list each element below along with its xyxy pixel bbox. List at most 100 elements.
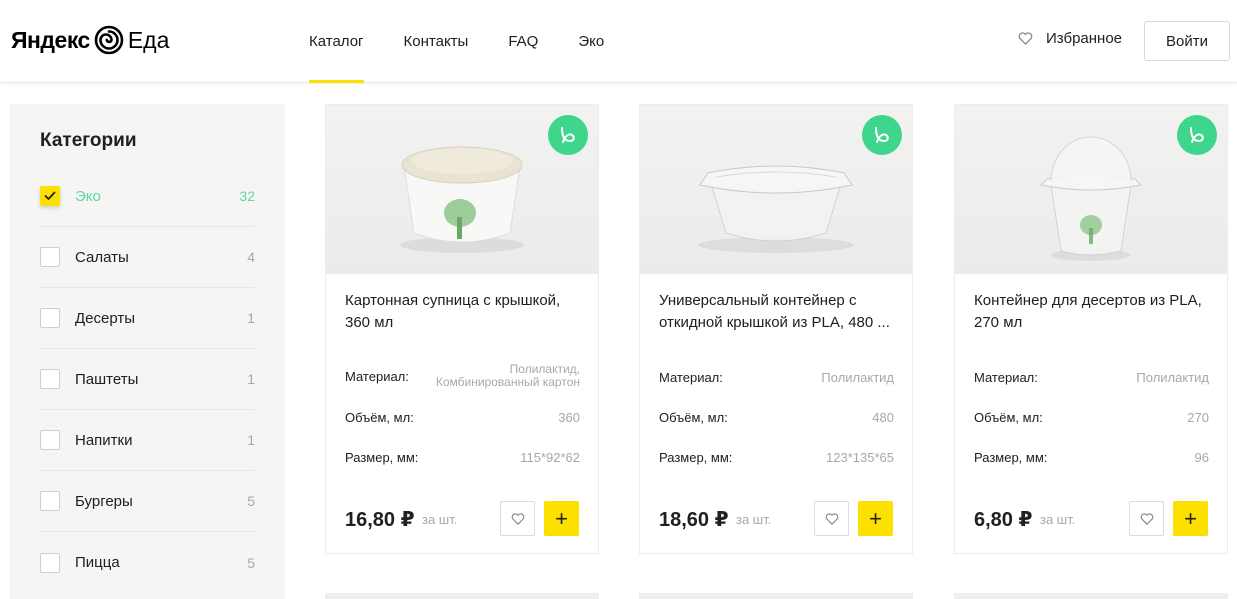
category-item-desserts[interactable]: Десерты 1 bbox=[40, 288, 255, 349]
main-nav: Каталог Контакты FAQ Эко bbox=[309, 0, 644, 83]
product-card[interactable]: Универсальный контейнер с откидной крышк… bbox=[639, 104, 913, 554]
eco-badge bbox=[862, 115, 902, 155]
attr-name: Размер, мм: bbox=[345, 450, 419, 465]
attr-value: 123*135*65 bbox=[826, 450, 894, 465]
swirl-logo-icon bbox=[94, 25, 124, 55]
product-price: 6,80 ₽ bbox=[974, 509, 1033, 531]
attr-size: Размер, мм: 123*135*65 bbox=[659, 450, 894, 465]
category-checkbox[interactable] bbox=[40, 308, 60, 328]
add-to-cart-button[interactable]: + bbox=[1173, 501, 1208, 536]
category-label: Салаты bbox=[75, 248, 129, 266]
heart-outline-icon bbox=[825, 512, 838, 525]
nav-item-faq[interactable]: FAQ bbox=[508, 0, 538, 83]
category-label: Паштеты bbox=[75, 370, 139, 388]
attr-value: Полилактид bbox=[821, 370, 894, 385]
category-label: Десерты bbox=[75, 309, 136, 327]
attr-value: 270 bbox=[1187, 410, 1209, 425]
leaf-icon bbox=[875, 127, 889, 143]
attr-name: Материал: bbox=[345, 368, 409, 384]
product-image[interactable] bbox=[955, 105, 1227, 274]
attr-name: Объём, мл: bbox=[659, 410, 728, 425]
attr-name: Материал: bbox=[974, 370, 1038, 385]
product-card-next-row bbox=[639, 593, 913, 599]
attr-value: Полилактид bbox=[1136, 370, 1209, 385]
category-item-eco[interactable]: Эко 32 bbox=[40, 166, 255, 227]
yandex-eda-logo[interactable]: Яндекс Еда bbox=[11, 22, 169, 58]
attr-name: Объём, мл: bbox=[974, 410, 1043, 425]
category-count: 32 bbox=[239, 188, 255, 204]
attr-material: Материал: Полилактид, Комбинированный ка… bbox=[345, 363, 580, 389]
attr-value: 360 bbox=[558, 410, 580, 425]
nav-item-contacts[interactable]: Контакты bbox=[404, 0, 469, 83]
eco-badge bbox=[1177, 115, 1217, 155]
category-item-pates[interactable]: Паштеты 1 bbox=[40, 349, 255, 410]
attr-value: 115*92*62 bbox=[520, 450, 580, 465]
nav-item-eco[interactable]: Эко bbox=[578, 0, 604, 83]
product-card[interactable]: Контейнер для десертов из PLA, 270 мл Ма… bbox=[954, 104, 1228, 554]
check-icon bbox=[44, 191, 56, 200]
product-price: 18,60 ₽ bbox=[659, 509, 729, 531]
product-card-next-row bbox=[325, 593, 599, 599]
category-count: 5 bbox=[247, 554, 255, 571]
favorites-link[interactable]: Избранное bbox=[1018, 30, 1122, 47]
categories-sidebar: Категории Эко 32 Салаты 4 Десерты 1 Пашт… bbox=[10, 104, 285, 599]
product-title[interactable]: Универсальный контейнер с откидной крышк… bbox=[659, 290, 894, 334]
product-price: 16,80 ₽ bbox=[345, 509, 415, 531]
attr-value: Полилактид, Комбинированный картон bbox=[435, 362, 580, 389]
attr-material: Материал: Полилактид bbox=[974, 370, 1209, 385]
heart-outline-icon bbox=[1018, 32, 1033, 45]
login-button[interactable]: Войти bbox=[1144, 21, 1230, 61]
product-title[interactable]: Картонная супница с крышкой, 360 мл bbox=[345, 290, 580, 334]
logo-brand-text: Яндекс bbox=[11, 26, 90, 53]
category-checkbox[interactable] bbox=[40, 552, 60, 573]
category-checkbox[interactable] bbox=[40, 247, 60, 267]
site-header: Яндекс Еда Каталог Контакты FAQ Эко Избр… bbox=[0, 0, 1237, 83]
category-list: Эко 32 Салаты 4 Десерты 1 Паштеты 1 Напи… bbox=[40, 166, 255, 593]
add-to-cart-button[interactable]: + bbox=[858, 501, 893, 536]
add-to-favorites-button[interactable] bbox=[1129, 501, 1164, 536]
leaf-icon bbox=[1190, 127, 1204, 143]
category-checkbox[interactable] bbox=[40, 491, 60, 511]
attr-size: Размер, мм: 96 bbox=[974, 450, 1209, 465]
category-checkbox[interactable] bbox=[40, 430, 60, 450]
favorites-label: Избранное bbox=[1046, 30, 1123, 47]
attr-name: Размер, мм: bbox=[659, 450, 733, 465]
category-label: Бургеры bbox=[75, 492, 133, 510]
category-item-salads[interactable]: Салаты 4 bbox=[40, 227, 255, 288]
category-count: 4 bbox=[247, 249, 255, 265]
product-card-next-row bbox=[954, 593, 1228, 599]
attr-value: 96 bbox=[1194, 450, 1209, 465]
attr-value: 480 bbox=[872, 410, 894, 425]
product-title[interactable]: Контейнер для десертов из PLA, 270 мл bbox=[974, 290, 1209, 334]
category-checkbox[interactable] bbox=[40, 186, 60, 206]
attr-volume: Объём, мл: 480 bbox=[659, 410, 894, 425]
heart-outline-icon bbox=[1140, 512, 1153, 525]
category-checkbox[interactable] bbox=[40, 369, 60, 389]
attr-material: Материал: Полилактид bbox=[659, 370, 894, 385]
nav-item-catalog[interactable]: Каталог bbox=[309, 0, 364, 83]
price-unit: за шт. bbox=[1040, 512, 1076, 527]
price-unit: за шт. bbox=[422, 512, 458, 527]
category-count: 1 bbox=[247, 432, 255, 448]
add-to-favorites-button[interactable] bbox=[500, 501, 535, 536]
heart-outline-icon bbox=[511, 512, 524, 525]
category-item-burgers[interactable]: Бургеры 5 bbox=[40, 471, 255, 532]
category-count: 1 bbox=[247, 371, 255, 387]
attr-name: Материал: bbox=[659, 370, 723, 385]
product-card[interactable]: Картонная супница с крышкой, 360 мл Мате… bbox=[325, 104, 599, 554]
eco-badge bbox=[548, 115, 588, 155]
product-image[interactable] bbox=[640, 105, 912, 274]
attr-volume: Объём, мл: 360 bbox=[345, 410, 580, 425]
category-count: 5 bbox=[247, 493, 255, 509]
leaf-icon bbox=[561, 127, 575, 143]
attr-name: Размер, мм: bbox=[974, 450, 1048, 465]
category-item-drinks[interactable]: Напитки 1 bbox=[40, 410, 255, 471]
logo-product-text: Еда bbox=[127, 26, 170, 53]
add-to-favorites-button[interactable] bbox=[814, 501, 849, 536]
category-item-pizza[interactable]: Пицца 5 bbox=[40, 532, 255, 593]
category-label: Пицца bbox=[75, 554, 120, 571]
add-to-cart-button[interactable]: + bbox=[544, 501, 579, 536]
category-label: Напитки bbox=[75, 431, 133, 449]
product-image[interactable] bbox=[326, 105, 598, 274]
price-unit: за шт. bbox=[736, 512, 772, 527]
